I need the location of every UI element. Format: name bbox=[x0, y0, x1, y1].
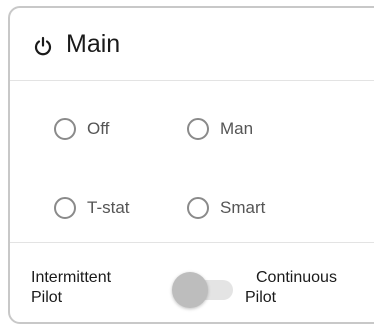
radio-circle[interactable] bbox=[187, 118, 209, 140]
radio-tstat[interactable]: T-stat bbox=[54, 197, 130, 219]
continuous-pilot-label: Continuous Pilot bbox=[245, 268, 337, 308]
radio-circle[interactable] bbox=[54, 118, 76, 140]
power-icon bbox=[33, 36, 53, 56]
pilot-toggle[interactable] bbox=[172, 272, 233, 308]
card-title: Main bbox=[66, 30, 121, 58]
radio-label-off: Off bbox=[87, 119, 110, 138]
radio-man[interactable]: Man bbox=[187, 118, 253, 140]
section-divider bbox=[10, 242, 374, 243]
radio-label-smart: Smart bbox=[220, 198, 266, 217]
intermittent-label-line1: Intermittent bbox=[31, 269, 112, 286]
continuous-label-line1: Continuous bbox=[256, 269, 337, 286]
intermittent-pilot-label: Intermittent Pilot bbox=[31, 268, 111, 308]
radio-label-man: Man bbox=[220, 119, 254, 138]
continuous-label-line2: Pilot bbox=[245, 289, 277, 306]
radio-smart[interactable]: Smart bbox=[187, 197, 265, 219]
intermittent-label-line2: Pilot bbox=[31, 289, 63, 306]
radio-off[interactable]: Off bbox=[54, 118, 109, 140]
radio-label-tstat: T-stat bbox=[87, 198, 130, 217]
pilot-toggle-thumb[interactable] bbox=[172, 272, 208, 308]
card-header: Main bbox=[10, 8, 374, 81]
main-card: Main Off Man T-stat Smart Intermittent P… bbox=[8, 6, 374, 324]
radio-circle[interactable] bbox=[54, 197, 76, 219]
radio-circle[interactable] bbox=[187, 197, 209, 219]
